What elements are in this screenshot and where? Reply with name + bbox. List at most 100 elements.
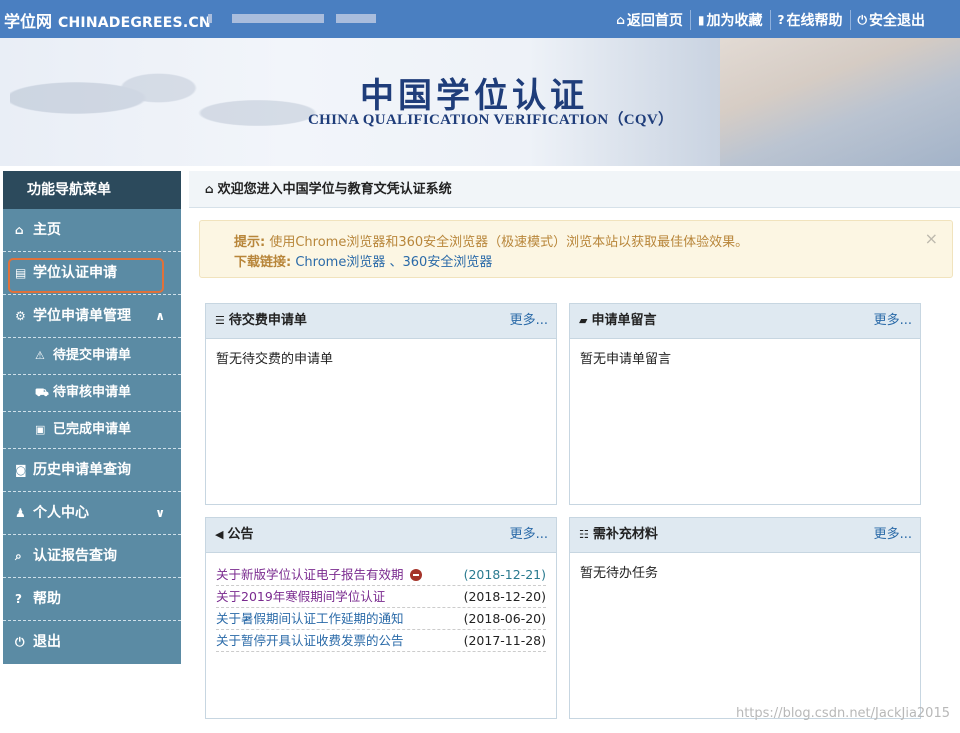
sidebar-item-label: 学位认证申请 xyxy=(33,265,117,281)
sidebar-item-help[interactable]: ? 帮助 xyxy=(3,578,181,621)
announcement-title-link[interactable]: 关于暂停开具认证收费发票的公告 xyxy=(216,633,404,648)
header-banner: 中国学位认证 CHINA QUALIFICATION VERIFICATION（… xyxy=(0,38,960,166)
sidebar-item-personal-center[interactable]: ♟ 个人中心 ∨ xyxy=(3,492,181,535)
sidebar-item-label: 主页 xyxy=(33,222,61,238)
nav-help-link[interactable]: ? 在线帮助 xyxy=(769,10,850,30)
file-icon: ▤ xyxy=(15,266,27,280)
bookmark-icon: ▮ xyxy=(697,13,705,27)
list-icon: ☰ xyxy=(215,314,225,327)
help-icon: ? xyxy=(777,13,785,27)
pending-payment-panel: ☰ 待交费申请单 更多... 暂无待交费的申请单 xyxy=(205,303,557,505)
more-link[interactable]: 更多... xyxy=(510,304,548,338)
link-separator: 、 xyxy=(389,255,403,270)
user-icon: ♟ xyxy=(15,506,26,520)
page-title: 欢迎您进入中国学位与教育文凭认证系统 xyxy=(217,182,452,197)
nav-bookmark-link[interactable]: ▮ 加为收藏 xyxy=(689,10,770,30)
bullhorn-icon: ◀ xyxy=(215,528,224,541)
chevron-up-icon: ∧ xyxy=(155,309,165,323)
close-icon[interactable]: × xyxy=(925,229,938,248)
sidebar-item-application-management[interactable]: ⚙ 学位申请单管理 ∧ xyxy=(3,295,181,338)
briefcase-icon: ▣ xyxy=(35,423,46,436)
alert-tip-line: 提示: 使用Chrome浏览器和360安全浏览器（极速模式）浏览本站以获取最佳体… xyxy=(234,231,748,250)
announcement-title-link[interactable]: 关于2019年寒假期间学位认证 xyxy=(216,589,385,604)
chrome-download-link[interactable]: Chrome浏览器 xyxy=(295,255,385,270)
sidebar: 功能导航菜单 ⌂ 主页 ▤ 学位认证申请 ⚙ 学位申请单管理 ∧ ⚠ 待提交申请单 ⛟ 待… xyxy=(3,171,181,664)
alert-download-line: 下载链接: Chrome浏览器 、360安全浏览器 xyxy=(234,251,492,270)
more-link[interactable]: 更多... xyxy=(874,304,912,338)
list-item: 关于新版学位认证电子报告有效期 (2018-12-21) xyxy=(216,564,546,586)
announcement-list: 关于新版学位认证电子报告有效期 (2018-12-21) 关于2019年寒假期间… xyxy=(216,564,546,652)
cart-icon: ⛟ xyxy=(35,386,49,399)
brand-en: CHINADEGREES.CN xyxy=(58,15,211,31)
power-icon: ⏻ xyxy=(15,635,25,649)
sidebar-item-label: 退出 xyxy=(33,634,61,650)
comment-icon: ▰ xyxy=(579,314,588,327)
nav-label: 在线帮助 xyxy=(786,13,843,29)
redacted-block xyxy=(208,14,212,23)
banner-subtitle: CHINA QUALIFICATION VERIFICATION（CQV） xyxy=(308,112,674,128)
top-bar: 学位网 CHINADEGREES.CN ⌂ 返回首页 ▮ 加为收藏 ? 在线帮助 ⏻ 安全… xyxy=(0,0,960,38)
sidebar-item-label: 已完成申请单 xyxy=(53,422,132,437)
browser-tip-alert: 提示: 使用Chrome浏览器和360安全浏览器（极速模式）浏览本站以获取最佳体… xyxy=(199,220,953,278)
sidebar-item-label: 帮助 xyxy=(33,591,61,607)
sidebar-item-label: 待审核申请单 xyxy=(53,385,132,400)
redacted-block xyxy=(232,14,324,23)
power-icon: ⏻ xyxy=(857,12,868,27)
list-item: 关于暂停开具认证收费发票的公告 (2017-11-28) xyxy=(216,630,546,652)
announcement-title-link[interactable]: 关于暑假期间认证工作延期的通知 xyxy=(216,611,404,626)
sidebar-subitem-under-review[interactable]: ⛟ 待审核申请单 xyxy=(3,375,181,412)
sidebar-item-label: 待提交申请单 xyxy=(53,348,132,363)
list-item: 关于暑假期间认证工作延期的通知 (2018-06-20) xyxy=(216,608,546,630)
world-map-background xyxy=(10,58,340,158)
sidebar-item-label: 历史申请单查询 xyxy=(33,462,131,478)
warning-icon: ⚠ xyxy=(35,349,45,362)
page-title-bar: ⌂ 欢迎您进入中国学位与教育文凭认证系统 xyxy=(189,171,960,208)
empty-message: 暂无待办任务 xyxy=(580,566,659,581)
alert-download-label: 下载链接: xyxy=(234,255,292,270)
search-icon: ⌕ xyxy=(15,549,22,563)
nav-label: 安全退出 xyxy=(869,13,925,29)
nav-home-link[interactable]: ⌂ 返回首页 xyxy=(609,10,690,30)
supplement-materials-panel: ☷ 需补充材料 更多... 暂无待办任务 xyxy=(569,517,921,719)
home-icon: ⌂ xyxy=(616,13,625,27)
brand-cn: 学位网 xyxy=(4,12,53,31)
announcement-title-link[interactable]: 关于新版学位认证电子报告有效期 xyxy=(216,567,404,582)
panel-title: 需补充材料 xyxy=(592,527,658,542)
panel-header: ☰ 待交费申请单 更多... xyxy=(206,304,556,339)
home-icon: ⌂ xyxy=(205,182,214,196)
sidebar-item-report-query[interactable]: ⌕ 认证报告查询 xyxy=(3,535,181,578)
home-icon: ⌂ xyxy=(15,223,24,237)
announcements-panel: ◀ 公告 更多... 关于新版学位认证电子报告有效期 (2018-12-21) 关… xyxy=(205,517,557,719)
panel-header: ▰ 申请单留言 更多... xyxy=(570,304,920,339)
sidebar-item-home[interactable]: ⌂ 主页 xyxy=(3,209,181,252)
watermark: https://blog.csdn.net/JackJia2015 xyxy=(735,706,950,721)
sidebar-subitem-to-submit[interactable]: ⚠ 待提交申请单 xyxy=(3,338,181,375)
more-link[interactable]: 更多... xyxy=(510,518,548,552)
more-link[interactable]: 更多... xyxy=(874,518,912,552)
panel-title: 公告 xyxy=(227,527,254,542)
site-logo[interactable]: 学位网 CHINADEGREES.CN xyxy=(4,8,211,32)
empty-message: 暂无待交费的申请单 xyxy=(216,352,334,367)
chevron-down-icon: ∨ xyxy=(155,506,165,520)
sidebar-subitem-completed[interactable]: ▣ 已完成申请单 xyxy=(3,412,181,449)
panel-title: 申请单留言 xyxy=(591,313,657,328)
sidebar-item-logout[interactable]: ⏻ 退出 xyxy=(3,621,181,663)
sidebar-item-history[interactable]: ◙ 历史申请单查询 xyxy=(3,449,181,492)
sidebar-header: 功能导航菜单 xyxy=(3,171,181,209)
camera-icon: ◙ xyxy=(15,463,27,477)
help-icon: ? xyxy=(15,592,22,606)
sidebar-item-label: 学位申请单管理 xyxy=(33,308,131,324)
nav-label: 加为收藏 xyxy=(706,13,763,29)
gear-icon: ⚙ xyxy=(15,309,26,323)
top-nav: ⌂ 返回首页 ▮ 加为收藏 ? 在线帮助 ⏻ 安全退出 xyxy=(609,10,932,30)
announcement-date: (2017-11-28) xyxy=(463,633,546,648)
sidebar-item-degree-application[interactable]: ▤ 学位认证申请 xyxy=(3,252,181,295)
announcement-date: (2018-12-20) xyxy=(463,589,546,604)
list-item: 关于2019年寒假期间学位认证 (2018-12-20) xyxy=(216,586,546,608)
nav-logout-link[interactable]: ⏻ 安全退出 xyxy=(849,10,933,30)
application-messages-panel: ▰ 申请单留言 更多... 暂无申请单留言 xyxy=(569,303,921,505)
360-browser-download-link[interactable]: 360安全浏览器 xyxy=(403,255,493,270)
banner-photo xyxy=(720,38,960,166)
announcement-date: (2018-12-21) xyxy=(463,567,546,582)
panel-header: ◀ 公告 更多... xyxy=(206,518,556,553)
